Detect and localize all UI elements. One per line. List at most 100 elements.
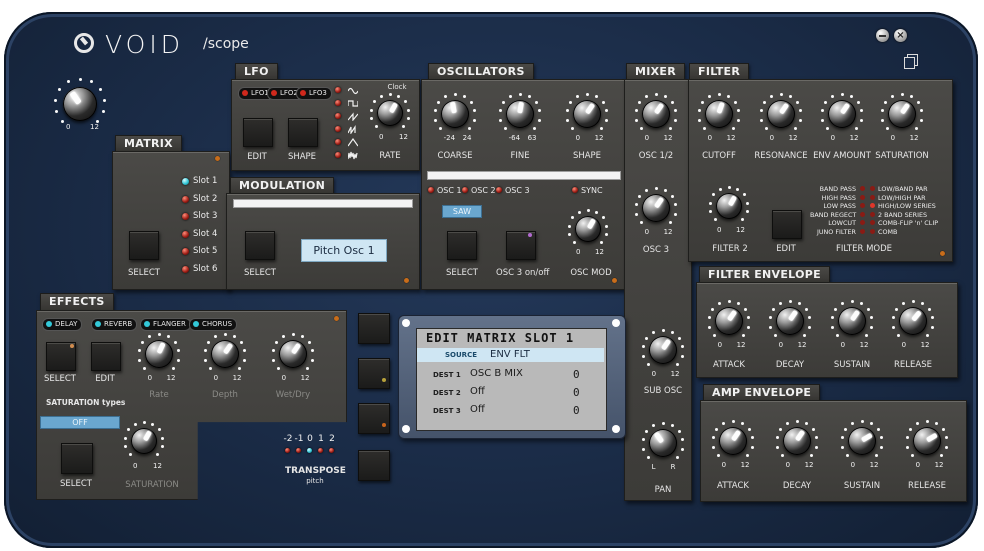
master-volume-knob[interactable] bbox=[53, 77, 107, 128]
knob-cap[interactable] bbox=[575, 216, 601, 242]
mixer-knob-1[interactable] bbox=[634, 186, 678, 227]
lfo-edit-button[interactable] bbox=[243, 118, 273, 147]
filter-mode-led-icon[interactable] bbox=[860, 194, 865, 200]
mixer-knob-3[interactable] bbox=[641, 421, 685, 462]
matrix-select-button[interactable] bbox=[129, 231, 159, 260]
filter-knob-1[interactable] bbox=[759, 92, 803, 133]
osc-mod-knob[interactable] bbox=[567, 208, 609, 247]
lfo-wave-led-5[interactable] bbox=[335, 152, 341, 158]
osc-select-1[interactable]: OSC 1 bbox=[428, 186, 462, 195]
knob-cap[interactable] bbox=[705, 100, 733, 128]
filter-mode-led-icon[interactable] bbox=[860, 229, 865, 234]
transpose-led-2[interactable] bbox=[307, 448, 312, 453]
effects-chip-flanger[interactable]: FLANGER bbox=[140, 318, 191, 331]
matrix-slot-2[interactable]: Slot 2 bbox=[180, 194, 226, 206]
filter-mode-led-icon[interactable] bbox=[870, 194, 875, 200]
oscillator-knob-2[interactable] bbox=[565, 92, 609, 133]
filter-mode-high-pass[interactable]: HIGH PASS bbox=[810, 194, 856, 202]
knob-cap[interactable] bbox=[573, 100, 601, 128]
side-button-4[interactable] bbox=[358, 450, 390, 481]
osc-select-3[interactable]: OSC 3 bbox=[496, 186, 530, 195]
minimize-icon[interactable] bbox=[876, 29, 889, 42]
amp-envelope-knob-0[interactable] bbox=[711, 419, 755, 460]
effects-chip-reverb[interactable]: REVERB bbox=[91, 318, 138, 331]
filter-envelope-knob-3[interactable] bbox=[891, 299, 935, 340]
knob-cap[interactable] bbox=[828, 100, 856, 128]
knob-cap[interactable] bbox=[899, 307, 927, 335]
knob-cap[interactable] bbox=[279, 340, 307, 368]
knob-cap[interactable] bbox=[783, 427, 811, 455]
transpose-led-0[interactable] bbox=[285, 448, 290, 453]
knob-cap[interactable] bbox=[888, 100, 916, 128]
filter-mode-juno-filter[interactable]: JUNO FILTER bbox=[810, 228, 856, 236]
knob-cap[interactable] bbox=[642, 194, 670, 222]
side-button-1[interactable] bbox=[358, 313, 390, 344]
matrix-slot-5[interactable]: Slot 5 bbox=[180, 246, 226, 258]
knob-cap[interactable] bbox=[716, 193, 742, 219]
filter-mode-led-icon[interactable] bbox=[870, 186, 875, 191]
knob-cap[interactable] bbox=[642, 100, 670, 128]
filter-mode-comb[interactable]: COMB bbox=[878, 228, 897, 236]
lfo-wave-led-2[interactable] bbox=[335, 113, 341, 119]
matrix-slot-4[interactable]: Slot 4 bbox=[180, 229, 226, 241]
dest-amount[interactable]: 0 bbox=[573, 404, 580, 417]
close-icon[interactable]: × bbox=[894, 29, 907, 42]
oscillator-wave-display[interactable]: SAW bbox=[442, 205, 482, 218]
filter-mode-lowcut[interactable]: LOWCUT bbox=[810, 219, 856, 227]
filter-mode-led-icon[interactable] bbox=[870, 229, 875, 234]
filter-mode-led-icon[interactable] bbox=[870, 220, 875, 226]
filter-envelope-knob-2[interactable] bbox=[830, 299, 874, 340]
filter-mode-led-icon[interactable] bbox=[870, 203, 875, 209]
modulation-destination-display[interactable]: Pitch Osc 1 bbox=[301, 239, 387, 262]
modulation-select-button[interactable] bbox=[245, 231, 275, 260]
dest-amount[interactable]: 0 bbox=[573, 386, 580, 399]
knob-cap[interactable] bbox=[715, 307, 743, 335]
matrix-slot-3[interactable]: Slot 3 bbox=[180, 211, 226, 223]
filter-mode-band-pass[interactable]: BAND PASS bbox=[810, 185, 856, 193]
knob-cap[interactable] bbox=[211, 340, 239, 368]
side-button-2[interactable] bbox=[358, 358, 390, 389]
oscillator-select-button[interactable] bbox=[447, 231, 477, 260]
knob-cap[interactable] bbox=[649, 336, 677, 364]
dest-value[interactable]: Off bbox=[470, 404, 485, 415]
effects-chip-chorus[interactable]: CHORUS bbox=[189, 318, 238, 331]
filter-mode-led-icon[interactable] bbox=[860, 203, 865, 209]
lfo-wave-led-1[interactable] bbox=[335, 100, 341, 106]
osc-sync-toggle[interactable]: SYNC bbox=[572, 186, 603, 195]
knob-cap[interactable] bbox=[131, 428, 157, 454]
filter-knob-2[interactable] bbox=[820, 92, 864, 133]
knob-cap[interactable] bbox=[719, 427, 747, 455]
filter-mode-low-band-par[interactable]: LOW/BAND PAR bbox=[878, 185, 928, 193]
knob-cap[interactable] bbox=[441, 100, 469, 128]
effects-edit-button[interactable] bbox=[91, 342, 121, 371]
filter-envelope-knob-0[interactable] bbox=[707, 299, 751, 340]
filter-knob-3[interactable] bbox=[880, 92, 924, 133]
knob-cap[interactable] bbox=[506, 100, 534, 128]
filter-mode-low-high-par[interactable]: LOW/HIGH PAR bbox=[878, 194, 926, 202]
mixer-knob-2[interactable] bbox=[641, 328, 685, 369]
oscillator-knob-1[interactable] bbox=[498, 92, 542, 133]
effects-knob-2[interactable] bbox=[271, 332, 315, 373]
filter-mode-comb-flip-n-clip[interactable]: COMB-FLIP 'n' CLIP bbox=[878, 219, 938, 227]
amp-envelope-knob-2[interactable] bbox=[840, 419, 884, 460]
lfo-chip-3[interactable]: LFO3 bbox=[296, 87, 332, 100]
filter-envelope-knob-1[interactable] bbox=[768, 299, 812, 340]
filter-mode-2-band-series[interactable]: 2 BAND SERIES bbox=[878, 211, 927, 219]
effects-chip-delay[interactable]: DELAY bbox=[42, 318, 83, 331]
knob-cap[interactable] bbox=[63, 87, 97, 121]
transpose-led-3[interactable] bbox=[318, 448, 323, 453]
knob-cap[interactable] bbox=[848, 427, 876, 455]
knob-cap[interactable] bbox=[838, 307, 866, 335]
filter-mode-led-icon[interactable] bbox=[860, 220, 865, 226]
transpose-led-1[interactable] bbox=[296, 448, 301, 453]
dest-value[interactable]: Off bbox=[470, 386, 485, 397]
lfo-rate-knob[interactable] bbox=[369, 92, 411, 131]
knob-cap[interactable] bbox=[145, 340, 173, 368]
matrix-slot-1[interactable]: Slot 1 bbox=[180, 176, 226, 188]
filter-mode-high-low-series[interactable]: HIGH/LOW SERIES bbox=[878, 202, 936, 210]
filter-mode-led-icon[interactable] bbox=[860, 211, 865, 217]
effects-knob-1[interactable] bbox=[203, 332, 247, 373]
oscillator-level-bar[interactable] bbox=[427, 171, 621, 180]
oscillator-knob-0[interactable] bbox=[433, 92, 477, 133]
modulation-amount-bar[interactable] bbox=[233, 199, 413, 208]
